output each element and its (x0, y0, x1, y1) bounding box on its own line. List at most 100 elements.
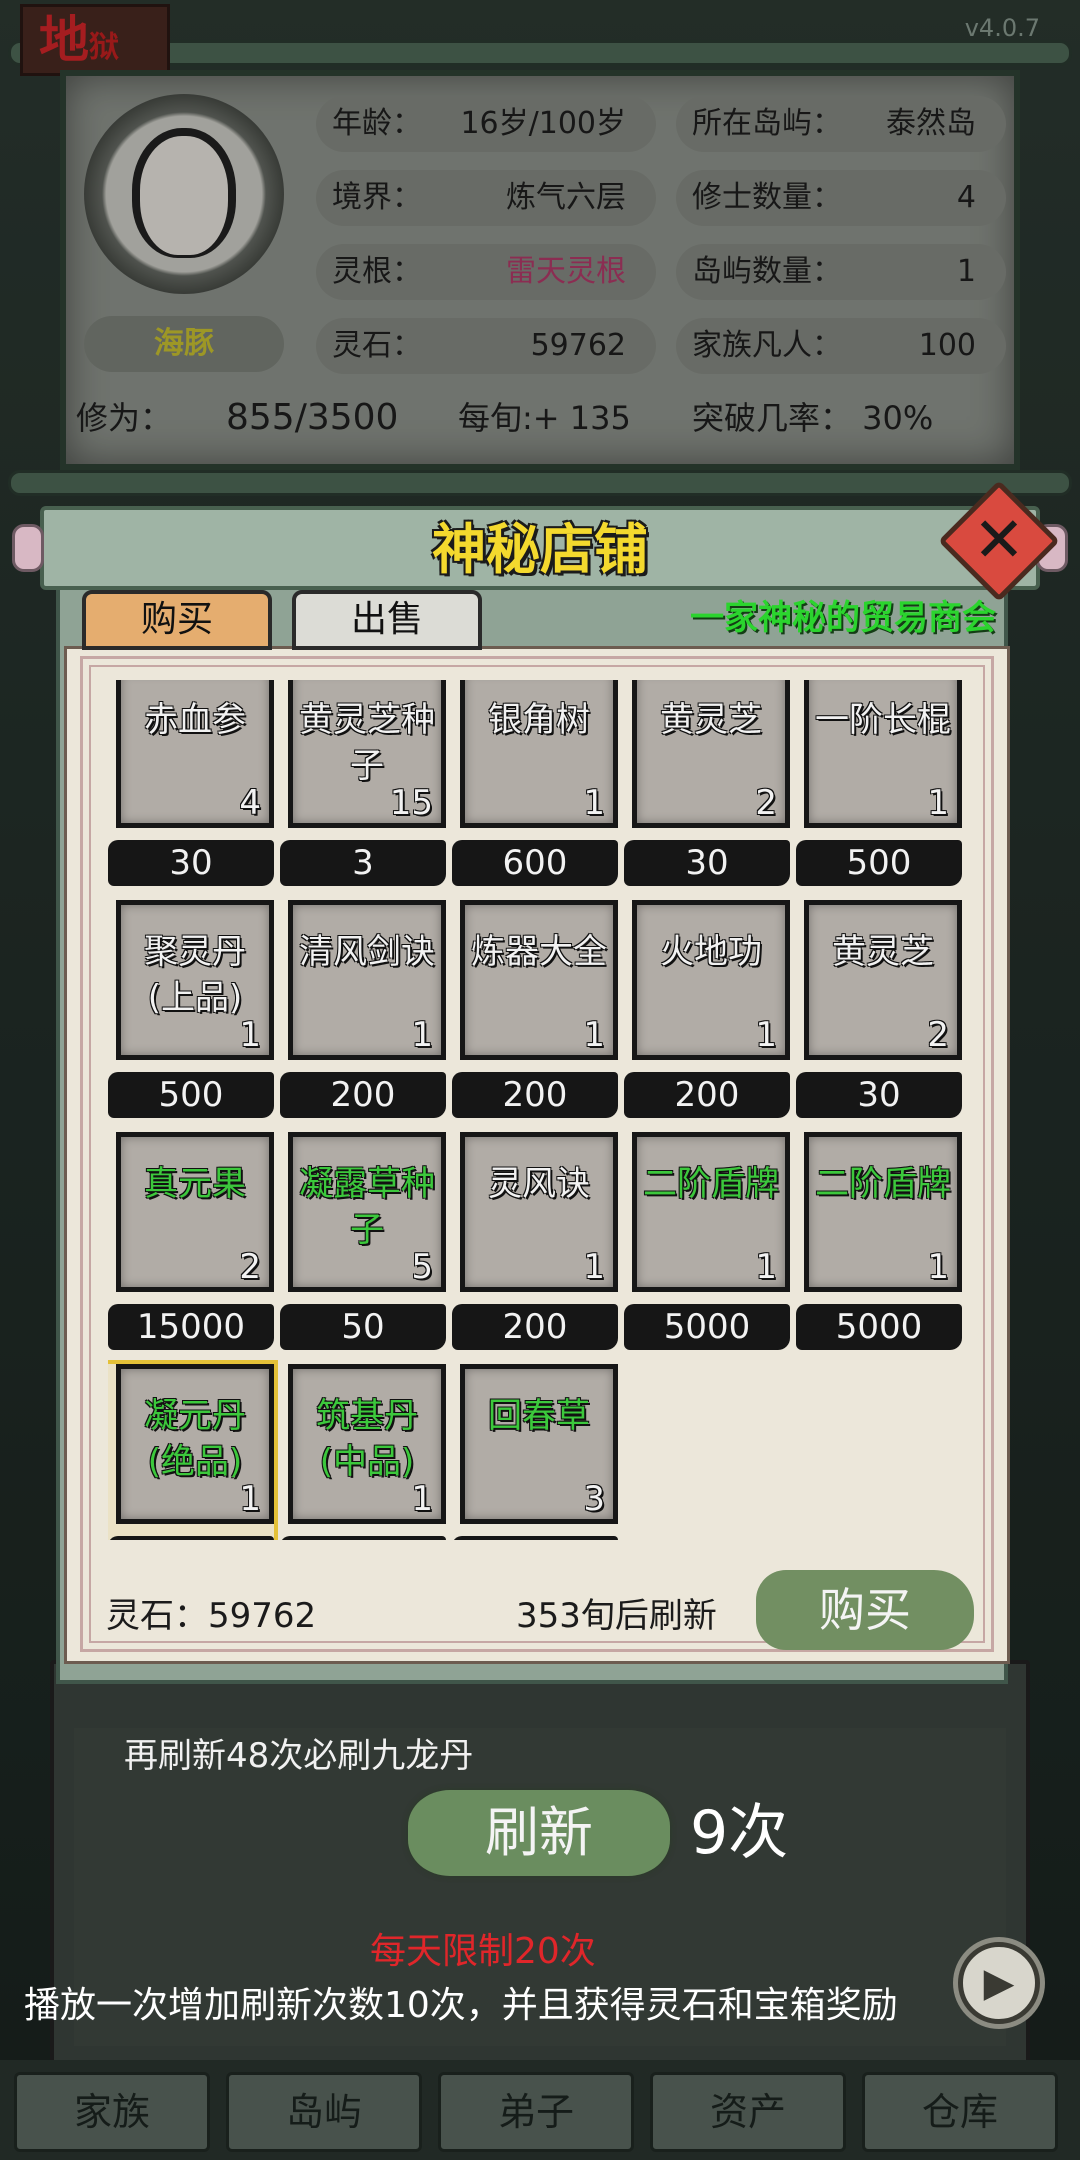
item-card: 火地功 1 (632, 900, 790, 1060)
item-price: 200 (624, 1072, 790, 1118)
item-card: 黄灵芝 2 (804, 900, 962, 1060)
play-ad-button[interactable]: ▶ (958, 1942, 1040, 2024)
item-count: 4 (239, 783, 261, 823)
item-card: 黄灵芝 2 (632, 680, 790, 828)
refresh-count: 9次 (690, 1798, 789, 1868)
item-card: 银角树 1 (460, 680, 618, 828)
ad-reward-description: 播放一次增加刷新次数10次，并且获得灵石和宝箱奖励 (24, 1985, 898, 2026)
item-count: 1 (239, 1015, 261, 1055)
item-card: 筑基丹 (中品) 1 (288, 1364, 446, 1524)
item-card: 聚灵丹 (上品) 1 (116, 900, 274, 1060)
item-count: 1 (583, 1247, 605, 1287)
item-card: 炼器大全 1 (460, 900, 618, 1060)
shop-item[interactable]: 凝露草种子 5 50 (280, 1132, 446, 1360)
item-name: 银角树 (488, 700, 590, 740)
item-name: 凝元丹 (绝品) (144, 1396, 246, 1482)
shop-item[interactable]: 银角树 1 600 (452, 680, 618, 896)
item-price: 200 (452, 1304, 618, 1350)
item-price: 50 (280, 1304, 446, 1350)
tab-sell[interactable]: 出售 (292, 590, 482, 650)
item-price: 30 (108, 840, 274, 886)
tab-buy[interactable]: 购买 (82, 590, 272, 650)
play-icon: ▶ (983, 1960, 1015, 2006)
shop-item[interactable]: 二阶盾牌 1 5000 (624, 1132, 790, 1360)
item-price: 500 (796, 840, 962, 886)
item-price: 3 (280, 840, 446, 886)
close-icon: ✕ (973, 503, 1025, 576)
item-card: 二阶盾牌 1 (804, 1132, 962, 1292)
buy-button[interactable]: 购买 (756, 1570, 974, 1650)
item-price: 500 (108, 1072, 274, 1118)
item-name: 凝露草种子 (299, 1164, 435, 1250)
shop-item[interactable]: 黄灵芝 2 30 (624, 680, 790, 896)
item-name: 二阶盾牌 (815, 1164, 951, 1204)
item-count: 2 (927, 1015, 949, 1055)
item-name: 赤血参 (144, 700, 246, 740)
refresh-timer: 353旬后刷新 (516, 1596, 717, 1636)
item-card: 清风剑诀 1 (288, 900, 446, 1060)
item-count: 1 (927, 783, 949, 823)
item-count: 1 (411, 1015, 433, 1055)
scroll-end-left (12, 524, 44, 572)
daily-limit-text: 每天限制20次 (370, 1931, 596, 1972)
item-name: 火地功 (660, 932, 762, 972)
item-card: 赤血参 4 (116, 680, 274, 828)
item-count: 1 (583, 783, 605, 823)
item-name: 炼器大全 (471, 932, 607, 972)
shop-item[interactable]: 赤血参 4 30 (108, 680, 274, 896)
item-name: 聚灵丹 (上品) (144, 932, 246, 1018)
item-price: 25000 (108, 1536, 274, 1540)
shop-item[interactable]: 黄灵芝 2 30 (796, 900, 962, 1128)
shop-item[interactable]: 真元果 2 15000 (108, 1132, 274, 1360)
shop-subtitle: 一家神秘的贸易商会 (690, 598, 996, 638)
item-card: 真元果 2 (116, 1132, 274, 1292)
item-price: 600 (452, 840, 618, 886)
shop-item[interactable]: 灵风诀 1 200 (452, 1132, 618, 1360)
item-count: 1 (411, 1479, 433, 1519)
item-name: 回春草 (488, 1396, 590, 1436)
item-card: 二阶盾牌 1 (632, 1132, 790, 1292)
shop-item[interactable]: 筑基丹 (中品)1 75000 (280, 1364, 446, 1540)
item-price: 75000 (280, 1536, 446, 1540)
item-price: 15000 (108, 1304, 274, 1350)
item-count: 1 (927, 1247, 949, 1287)
item-count: 2 (239, 1247, 261, 1287)
spirit-stone-balance: 灵石：59762 (106, 1596, 317, 1636)
item-price: 200 (452, 1072, 618, 1118)
item-count: 1 (583, 1015, 605, 1055)
shop-item[interactable]: 凝元丹 (绝品)1 25000 (108, 1360, 278, 1540)
item-price: 5000 (624, 1304, 790, 1350)
item-name: 二阶盾牌 (643, 1164, 779, 1204)
item-name: 一阶长棍 (815, 700, 951, 740)
item-card: 一阶长棍 1 (804, 680, 962, 828)
refresh-button[interactable]: 刷新 (408, 1790, 670, 1876)
item-price: 300 (452, 1536, 618, 1540)
item-name: 黄灵芝种子 (299, 700, 435, 786)
shop-item[interactable]: 清风剑诀 1 200 (280, 900, 446, 1128)
item-card: 凝元丹 (绝品) 1 (116, 1364, 274, 1524)
item-price: 30 (624, 840, 790, 886)
item-count: 1 (755, 1247, 777, 1287)
shop-item[interactable]: 一阶长棍 1 500 (796, 680, 962, 896)
item-count: 1 (239, 1479, 261, 1519)
shop-header: 神秘店铺 (12, 506, 1068, 590)
item-card: 回春草 3 (460, 1364, 618, 1524)
item-count: 1 (755, 1015, 777, 1055)
shop-item[interactable]: 炼器大全 1 200 (452, 900, 618, 1128)
item-count: 15 (389, 783, 433, 823)
shop-item[interactable]: 回春草 3 300 (452, 1364, 618, 1540)
item-name: 黄灵芝 (660, 700, 762, 740)
shop-item[interactable]: 黄灵芝种子 15 3 (280, 680, 446, 896)
item-price: 200 (280, 1072, 446, 1118)
item-card: 凝露草种子 5 (288, 1132, 446, 1292)
item-name: 真元果 (144, 1164, 246, 1204)
shop-item[interactable]: 火地功 1 200 (624, 900, 790, 1128)
shop-item[interactable]: 二阶盾牌 1 5000 (796, 1132, 962, 1360)
item-count: 5 (411, 1247, 433, 1287)
shop-title: 神秘店铺 (432, 518, 648, 581)
item-count: 2 (755, 783, 777, 823)
refresh-guarantee-note: 再刷新48次必刷九龙丹 (124, 1736, 474, 1776)
shop-item[interactable]: 聚灵丹 (上品) 1 500 (108, 900, 274, 1128)
item-card: 灵风诀 1 (460, 1132, 618, 1292)
shop-items-grid[interactable]: 赤血参 4 30 黄灵芝种子 15 3 银角树 1 600 黄灵芝 2 30 一阶长棍 1 500 聚灵丹 (… (108, 680, 988, 1540)
